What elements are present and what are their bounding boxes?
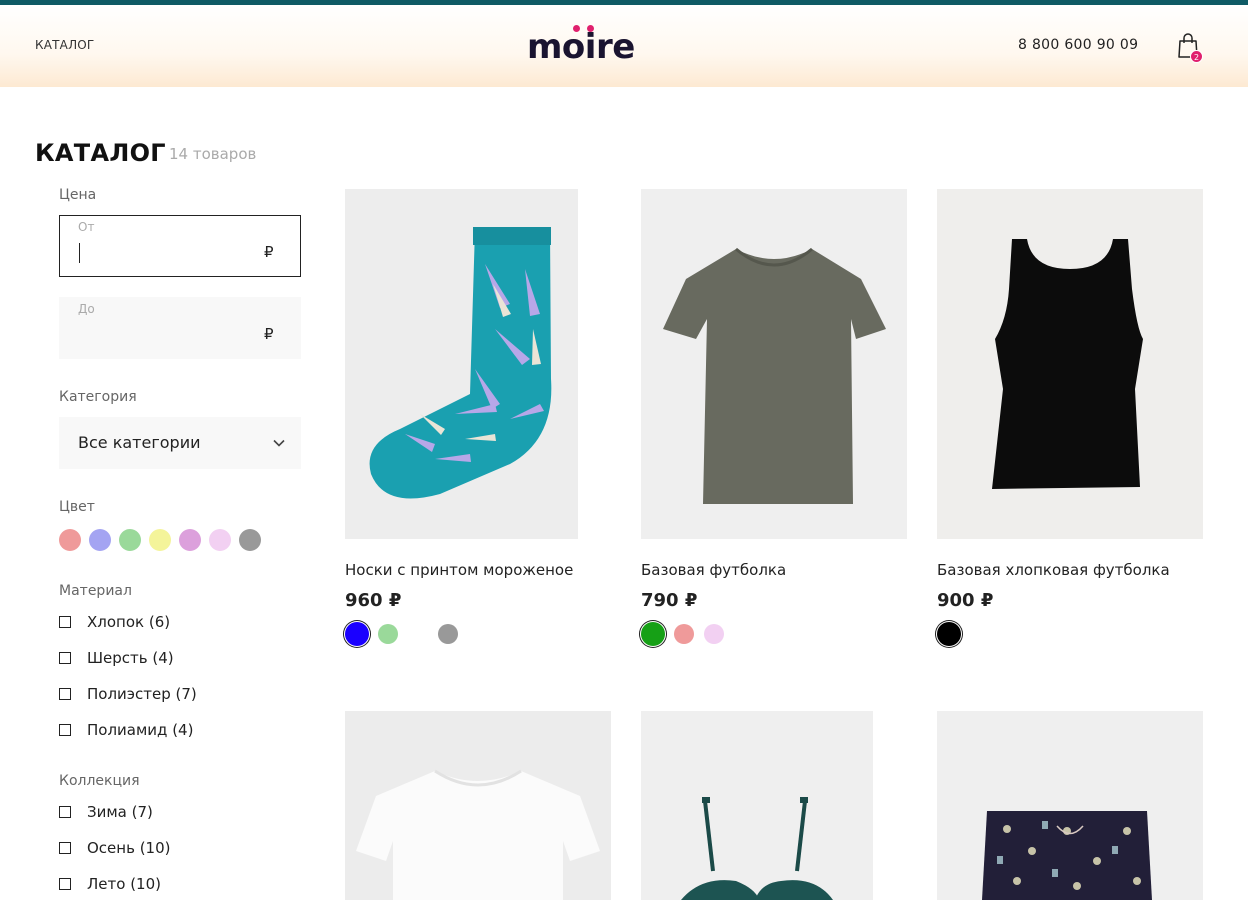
currency-sign: ₽ bbox=[264, 325, 274, 343]
logo[interactable]: moire bbox=[527, 25, 647, 69]
product-color-dot[interactable] bbox=[674, 624, 694, 644]
price-from-input[interactable] bbox=[79, 244, 249, 266]
checkbox-label: Хлопок (6) bbox=[87, 613, 171, 631]
checkbox-label: Полиамид (4) bbox=[87, 721, 194, 739]
price-from-field[interactable]: От ₽ bbox=[59, 215, 301, 277]
product-name[interactable]: Носки с принтом мороженое bbox=[345, 561, 573, 579]
price-to-field[interactable]: До ₽ bbox=[59, 297, 301, 359]
chevron-down-icon bbox=[273, 439, 285, 447]
product-image-tshirt[interactable] bbox=[641, 189, 907, 539]
price-to-input[interactable] bbox=[78, 325, 248, 347]
product-price: 900 ₽ bbox=[937, 590, 994, 611]
color-swatch[interactable] bbox=[89, 529, 111, 551]
product-color-dot[interactable] bbox=[408, 624, 428, 644]
nav-catalog-link[interactable]: КАТАЛОГ bbox=[35, 38, 94, 52]
product-image-bra[interactable] bbox=[641, 711, 873, 900]
tshirt-khaki-image bbox=[641, 189, 907, 539]
collection-filter-label: Коллекция bbox=[59, 773, 140, 789]
product-color-dot[interactable] bbox=[937, 622, 961, 646]
tshirt-white-image bbox=[345, 711, 611, 900]
product-image-white-tshirt[interactable] bbox=[345, 711, 611, 900]
product-image-tanktop[interactable] bbox=[937, 189, 1203, 539]
socks-icecream-image bbox=[345, 189, 578, 539]
category-select[interactable]: Все категории bbox=[59, 417, 301, 469]
product-name[interactable]: Базовая хлопковая футболка bbox=[937, 561, 1170, 579]
checkbox[interactable] bbox=[59, 842, 71, 854]
checkbox-label: Полиэстер (7) bbox=[87, 685, 197, 703]
color-filter-label: Цвет bbox=[59, 499, 95, 515]
product-image-shorts[interactable] bbox=[937, 711, 1203, 900]
product-color-dot[interactable] bbox=[438, 624, 458, 644]
color-swatch[interactable] bbox=[209, 529, 231, 551]
checkbox-label: Шерсть (4) bbox=[87, 649, 174, 667]
color-swatch[interactable] bbox=[239, 529, 261, 551]
price-filter-label: Цена bbox=[59, 187, 97, 203]
cart-button[interactable]: 2 bbox=[1177, 33, 1205, 65]
color-swatch[interactable] bbox=[119, 529, 141, 551]
logo-dot-right bbox=[587, 25, 594, 32]
product-image-socks[interactable] bbox=[345, 189, 578, 539]
color-swatch[interactable] bbox=[179, 529, 201, 551]
color-swatch[interactable] bbox=[149, 529, 171, 551]
checkbox[interactable] bbox=[59, 688, 71, 700]
checkbox[interactable] bbox=[59, 616, 71, 628]
tanktop-black-image bbox=[937, 189, 1203, 539]
product-price: 960 ₽ bbox=[345, 590, 402, 611]
checkbox[interactable] bbox=[59, 806, 71, 818]
category-filter-label: Категория bbox=[59, 389, 137, 405]
color-swatch[interactable] bbox=[59, 529, 81, 551]
bra-green-image bbox=[641, 711, 873, 900]
currency-sign: ₽ bbox=[264, 243, 274, 261]
logo-dot-left bbox=[573, 25, 580, 32]
category-select-value: Все категории bbox=[78, 433, 201, 452]
product-color-dot[interactable] bbox=[345, 622, 369, 646]
checkbox-label: Лето (10) bbox=[87, 875, 161, 893]
phone-link[interactable]: 8 800 600 90 09 bbox=[1018, 37, 1138, 53]
price-from-label: От bbox=[78, 220, 95, 234]
material-filter-label: Материал bbox=[59, 583, 132, 599]
site-header: КАТАЛОГ moire 8 800 600 90 09 2 bbox=[0, 5, 1248, 87]
cart-count-badge: 2 bbox=[1190, 50, 1203, 63]
logo-text: moire bbox=[527, 27, 635, 67]
shorts-print-image bbox=[937, 711, 1203, 900]
checkbox[interactable] bbox=[59, 724, 71, 736]
product-count: 14 товаров bbox=[169, 145, 257, 163]
product-color-dot[interactable] bbox=[704, 624, 724, 644]
product-name[interactable]: Базовая футболка bbox=[641, 561, 786, 579]
page-title: КАТАЛОГ bbox=[35, 139, 166, 167]
product-color-dot[interactable] bbox=[378, 624, 398, 644]
checkbox-label: Осень (10) bbox=[87, 839, 171, 857]
text-cursor bbox=[79, 243, 80, 263]
checkbox[interactable] bbox=[59, 878, 71, 890]
price-to-label: До bbox=[78, 302, 95, 316]
product-price: 790 ₽ bbox=[641, 590, 698, 611]
product-color-dot[interactable] bbox=[641, 622, 665, 646]
checkbox[interactable] bbox=[59, 652, 71, 664]
checkbox-label: Зима (7) bbox=[87, 803, 153, 821]
